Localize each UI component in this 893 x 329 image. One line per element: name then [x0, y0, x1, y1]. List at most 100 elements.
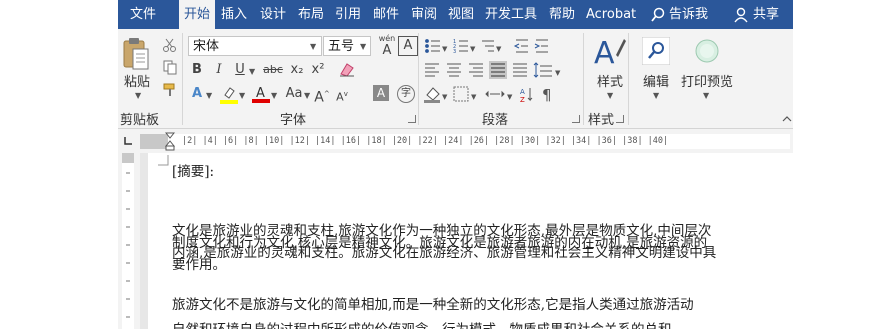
- format-painter-icon[interactable]: [162, 82, 178, 98]
- paragraph-row3-icons: ▼ ▼ ▼ AZ ¶: [424, 85, 584, 103]
- tab-mailings[interactable]: 邮件: [373, 0, 399, 29]
- ruler-marks: |2| |4| |6| |8| |10| |12| |14| |16| |18|…: [182, 136, 669, 146]
- change-case-dropdown-icon[interactable]: ▼: [304, 91, 310, 100]
- tab-acrobat[interactable]: Acrobat: [586, 0, 636, 29]
- character-shading-icon[interactable]: A: [373, 85, 389, 101]
- paragraph-separator: [583, 33, 584, 125]
- styles-button-label[interactable]: 样式: [597, 71, 623, 90]
- change-case-button[interactable]: Aa: [283, 83, 305, 105]
- svg-text:▼: ▼: [471, 93, 477, 101]
- paste-clipboard-icon[interactable]: [122, 37, 150, 71]
- tell-me-search[interactable]: 告诉我: [669, 0, 708, 29]
- svg-text:A: A: [256, 86, 265, 101]
- margin-corner-mark: [158, 155, 170, 167]
- indent-markers-icon[interactable]: [165, 132, 175, 152]
- paragraph-row2-icons: ▼: [424, 61, 584, 79]
- underline-dropdown-icon[interactable]: ▼: [249, 67, 255, 76]
- tab-references[interactable]: 引用: [335, 0, 361, 29]
- clear-formatting-icon[interactable]: [338, 62, 356, 78]
- tab-view[interactable]: 视图: [448, 0, 474, 29]
- font-size-dropdown-icon[interactable]: ▼: [360, 42, 366, 51]
- font-name-dropdown-icon[interactable]: ▼: [310, 42, 316, 51]
- phonetic-guide-icon[interactable]: wén A: [376, 34, 398, 57]
- ruler-scale: |2| |4| |6| |8| |10| |12| |14| |16| |18|…: [140, 134, 790, 149]
- highlight-color-icon[interactable]: [220, 85, 238, 105]
- lightbulb-search-icon: [650, 7, 666, 23]
- svg-text:Z: Z: [520, 96, 525, 103]
- print-preview-dropdown-icon[interactable]: ▼: [703, 91, 709, 100]
- styles-dialog-launcher-icon[interactable]: [616, 115, 624, 123]
- tab-home[interactable]: 开始: [179, 0, 215, 29]
- subscript-button[interactable]: x₂: [288, 59, 306, 81]
- svg-text:▼: ▼: [496, 45, 502, 53]
- font-group-label: 字体: [280, 113, 307, 128]
- tab-review[interactable]: 审阅: [411, 0, 437, 29]
- tab-selector-icon[interactable]: [123, 136, 133, 146]
- shrink-font-button[interactable]: Av: [334, 83, 350, 105]
- svg-text:A: A: [520, 88, 525, 96]
- svg-text:▼: ▼: [555, 69, 561, 77]
- clipboard-group-label: 剪贴板: [120, 113, 160, 128]
- superscript-button[interactable]: x²: [309, 59, 327, 81]
- highlight-dropdown-icon[interactable]: ▼: [239, 91, 245, 100]
- word-window: 文件 开始 插入 设计 布局 引用 邮件 审阅 视图 开发工具 帮助 Acrob…: [118, 0, 793, 329]
- tab-design[interactable]: 设计: [260, 0, 286, 29]
- svg-text:A: A: [594, 36, 615, 69]
- copy-icon[interactable]: [162, 59, 178, 75]
- vertical-ruler: [118, 153, 140, 329]
- font-color-dropdown-icon[interactable]: ▼: [271, 91, 277, 100]
- tab-insert[interactable]: 插入: [221, 0, 247, 29]
- font-color-icon[interactable]: A: [252, 84, 270, 104]
- svg-text:¶: ¶: [542, 86, 552, 103]
- horizontal-ruler: |2| |4| |6| |8| |10| |12| |14| |16| |18|…: [118, 129, 793, 154]
- editing-search-icon[interactable]: [642, 37, 670, 65]
- underline-button[interactable]: U: [231, 59, 249, 81]
- styles-group-label: 样式: [588, 113, 615, 128]
- character-border-icon[interactable]: A: [398, 36, 418, 56]
- svg-text:▼: ▼: [442, 45, 448, 53]
- clipboard-separator: [182, 33, 183, 125]
- print-preview-label[interactable]: 打印预览: [681, 71, 733, 90]
- paragraph-group-label: 段落: [482, 113, 509, 128]
- paragraph-dialog-launcher-icon[interactable]: [572, 115, 580, 123]
- ribbon-home: 粘贴 ▼ 剪贴板 宋体 ▼ 五号 ▼ wén A A B I U ▼ abc x₂…: [118, 29, 793, 129]
- font-separator: [418, 33, 419, 125]
- share-button[interactable]: 共享: [753, 0, 779, 29]
- svg-text:▼: ▼: [470, 45, 476, 53]
- ribbon-tab-bar: 文件 开始 插入 设计 布局 引用 邮件 审阅 视图 开发工具 帮助 Acrob…: [118, 0, 793, 29]
- tab-layout[interactable]: 布局: [298, 0, 324, 29]
- editing-button-label[interactable]: 编辑: [643, 71, 669, 90]
- styles-dropdown-icon[interactable]: ▼: [607, 91, 613, 100]
- font-dialog-launcher-icon[interactable]: [408, 115, 416, 123]
- editing-dropdown-icon[interactable]: ▼: [653, 91, 659, 100]
- overlap-text-line-4: 要作用。: [172, 257, 226, 273]
- paste-label[interactable]: 粘贴: [124, 71, 150, 90]
- enclose-character-icon[interactable]: 字: [397, 85, 415, 103]
- print-preview-icon[interactable]: [693, 37, 721, 65]
- cut-scissors-icon[interactable]: [162, 37, 178, 53]
- styles-gallery-icon[interactable]: A: [594, 35, 626, 69]
- strikethrough-button[interactable]: abc: [260, 59, 286, 81]
- grow-font-button[interactable]: A^: [314, 83, 330, 106]
- text-effects-icon[interactable]: A: [188, 83, 206, 105]
- tab-file[interactable]: 文件: [130, 0, 156, 29]
- font-name-input[interactable]: 宋体: [188, 36, 322, 56]
- paragraph-row1-icons: ▼ 123 ▼ ▼: [424, 37, 584, 55]
- person-share-icon: [733, 7, 749, 23]
- abstract-heading: [摘要]:: [172, 164, 215, 180]
- styles-separator: [628, 33, 629, 125]
- svg-text:▼: ▼: [442, 93, 448, 101]
- svg-text:3: 3: [453, 49, 456, 55]
- collapse-ribbon-icon[interactable]: [782, 115, 792, 123]
- vertical-ruler-scale: [122, 153, 134, 329]
- svg-text:▼: ▼: [507, 93, 513, 101]
- paste-dropdown-arrow-icon[interactable]: ▼: [135, 91, 141, 100]
- text-effects-dropdown-icon[interactable]: ▼: [206, 91, 212, 100]
- document-area: [摘要]: 文化是旅游业的灵魂和支柱,旅游文化作为一种独立的文化形态,最外层是物…: [140, 153, 793, 329]
- paragraph-2-line-2: 自然和环境自身的过程中所形成的价值观念、行为模式、物质成果和社会关系的总和。: [172, 318, 793, 329]
- tab-help[interactable]: 帮助: [549, 0, 575, 29]
- bold-button[interactable]: B: [188, 59, 206, 81]
- tab-developer[interactable]: 开发工具: [485, 0, 537, 29]
- italic-button[interactable]: I: [210, 59, 228, 81]
- document-page[interactable]: [摘要]: 文化是旅游业的灵魂和支柱,旅游文化作为一种独立的文化形态,最外层是物…: [148, 153, 793, 329]
